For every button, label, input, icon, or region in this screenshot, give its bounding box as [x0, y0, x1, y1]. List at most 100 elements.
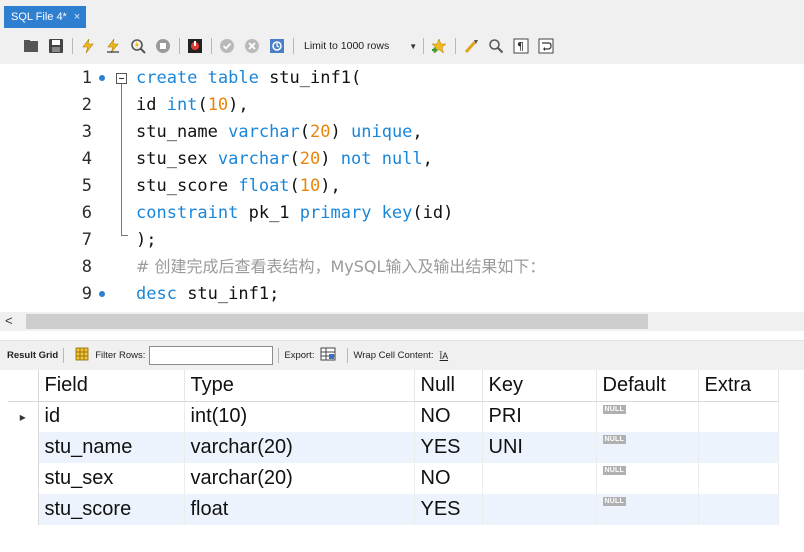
- cell-extra[interactable]: [698, 432, 779, 463]
- autocommit-icon[interactable]: [268, 37, 286, 55]
- close-icon[interactable]: ×: [74, 6, 80, 28]
- stop-icon[interactable]: [154, 37, 172, 55]
- cell-key[interactable]: PRI: [482, 401, 597, 432]
- line-number: 8: [81, 257, 92, 277]
- editor-tab-strip: SQL File 4* ×: [0, 0, 804, 28]
- result-toolbar: Result Grid Filter Rows: Export: Wrap Ce…: [0, 340, 804, 370]
- wrap-cell-icon[interactable]: ĪA: [440, 351, 449, 361]
- table-row[interactable]: stu_sex varchar(20) NO NULL: [8, 463, 779, 494]
- toolbar-divider: [455, 38, 457, 54]
- cell-field[interactable]: id: [38, 401, 185, 432]
- filter-rows-input[interactable]: [149, 346, 274, 365]
- column-header-default[interactable]: Default: [596, 370, 699, 402]
- code-line-5: stu_score float(10),: [136, 176, 341, 196]
- code-line-1: create table stu_inf1(: [136, 68, 362, 88]
- column-header-null[interactable]: Null: [414, 370, 483, 402]
- line-number: 4: [81, 149, 92, 169]
- toolbar-divider: [63, 348, 65, 363]
- result-table: Field Type Null Key Default Extra ▸ id i…: [8, 370, 779, 525]
- cell-key[interactable]: [482, 463, 597, 494]
- cell-default[interactable]: NULL: [596, 401, 699, 432]
- cell-type[interactable]: int(10): [184, 401, 415, 432]
- cell-null[interactable]: YES: [414, 432, 483, 463]
- commit-icon[interactable]: [218, 37, 236, 55]
- toolbar-divider: [179, 38, 180, 54]
- cell-default[interactable]: NULL: [596, 463, 699, 494]
- filter-rows-label: Filter Rows:: [95, 350, 146, 361]
- cell-key[interactable]: [482, 494, 597, 525]
- table-row[interactable]: stu_name varchar(20) YES UNI NULL: [8, 432, 779, 463]
- line-number-gutter: 1 2 3 4 5 6 7 8 9: [0, 64, 128, 310]
- code-line-6: constraint pk_1 primary key(id): [136, 203, 454, 223]
- fold-collapse-icon[interactable]: [116, 73, 127, 84]
- cell-extra[interactable]: [698, 463, 779, 494]
- fold-guide-end: [121, 235, 128, 236]
- export-icon[interactable]: [320, 347, 336, 364]
- line-number: 9: [81, 284, 92, 304]
- tab-sql-file-4[interactable]: SQL File 4* ×: [4, 6, 87, 28]
- execute-icon[interactable]: [79, 37, 97, 55]
- code-line-2: id int(10),: [136, 95, 249, 115]
- result-grid-tab[interactable]: Result Grid: [7, 350, 58, 361]
- limit-rows-select[interactable]: Limit to 1000 rows ▼: [300, 37, 421, 55]
- table-header-row: Field Type Null Key Default Extra: [8, 370, 779, 402]
- execute-current-icon[interactable]: [104, 37, 122, 55]
- grid-view-icon[interactable]: [75, 347, 89, 364]
- cell-default[interactable]: NULL: [596, 494, 699, 525]
- cell-type[interactable]: float: [184, 494, 415, 525]
- fold-guide: [121, 84, 122, 236]
- toolbar-divider: [347, 348, 349, 363]
- toolbar-divider: [278, 348, 280, 363]
- toggle-continue-icon[interactable]: [186, 37, 204, 55]
- chevron-down-icon[interactable]: ▼: [409, 42, 417, 51]
- invisible-chars-icon[interactable]: ¶: [512, 37, 530, 55]
- cell-extra[interactable]: [698, 494, 779, 525]
- svg-text:¶: ¶: [517, 40, 524, 53]
- cell-field[interactable]: stu_name: [38, 432, 185, 463]
- sql-editor[interactable]: 1 2 3 4 5 6 7 8 9 create table stu_inf1(…: [0, 64, 804, 310]
- export-label: Export:: [284, 350, 315, 361]
- bookmark-icon[interactable]: [430, 37, 448, 55]
- line-number: 3: [81, 122, 92, 142]
- cell-default[interactable]: NULL: [596, 432, 699, 463]
- limit-rows-label: Limit to 1000 rows: [304, 40, 390, 52]
- column-header-type[interactable]: Type: [184, 370, 415, 402]
- line-number: 1: [81, 68, 92, 88]
- cell-key[interactable]: UNI: [482, 432, 597, 463]
- cell-null[interactable]: NO: [414, 401, 483, 432]
- toolbar-divider: [211, 38, 212, 54]
- scrollbar-thumb[interactable]: [26, 314, 648, 329]
- beautify-icon[interactable]: [462, 37, 480, 55]
- save-icon[interactable]: [47, 37, 65, 55]
- line-number: 6: [81, 203, 92, 223]
- table-row[interactable]: ▸ id int(10) NO PRI NULL: [8, 401, 779, 432]
- line-number: 7: [81, 230, 92, 250]
- statement-marker-icon: [99, 291, 105, 297]
- toolbar-divider: [423, 38, 425, 54]
- cell-null[interactable]: NO: [414, 463, 483, 494]
- cell-null[interactable]: YES: [414, 494, 483, 525]
- editor-horizontal-scrollbar[interactable]: <: [0, 312, 804, 331]
- toolbar-divider: [72, 38, 73, 54]
- rollback-icon[interactable]: [243, 37, 261, 55]
- cell-field[interactable]: stu_score: [38, 494, 185, 525]
- find-icon[interactable]: [487, 37, 505, 55]
- explain-icon[interactable]: [129, 37, 147, 55]
- table-row[interactable]: stu_score float YES NULL: [8, 494, 779, 525]
- null-badge: NULL: [602, 435, 626, 444]
- cell-type[interactable]: varchar(20): [184, 432, 415, 463]
- wrap-icon[interactable]: [537, 37, 555, 55]
- column-header-extra[interactable]: Extra: [698, 370, 779, 402]
- column-header-key[interactable]: Key: [482, 370, 597, 402]
- row-indicator-header: [8, 370, 39, 402]
- cell-extra[interactable]: [698, 401, 779, 432]
- column-header-field[interactable]: Field: [38, 370, 185, 402]
- cell-type[interactable]: varchar(20): [184, 463, 415, 494]
- folder-open-icon[interactable]: [22, 37, 40, 55]
- scroll-left-icon[interactable]: <: [5, 313, 13, 328]
- row-indicator: [8, 463, 39, 494]
- code-line-3: stu_name varchar(20) unique,: [136, 122, 423, 142]
- cell-field[interactable]: stu_sex: [38, 463, 185, 494]
- line-number: 5: [81, 176, 92, 196]
- tab-title: SQL File 4*: [11, 11, 67, 23]
